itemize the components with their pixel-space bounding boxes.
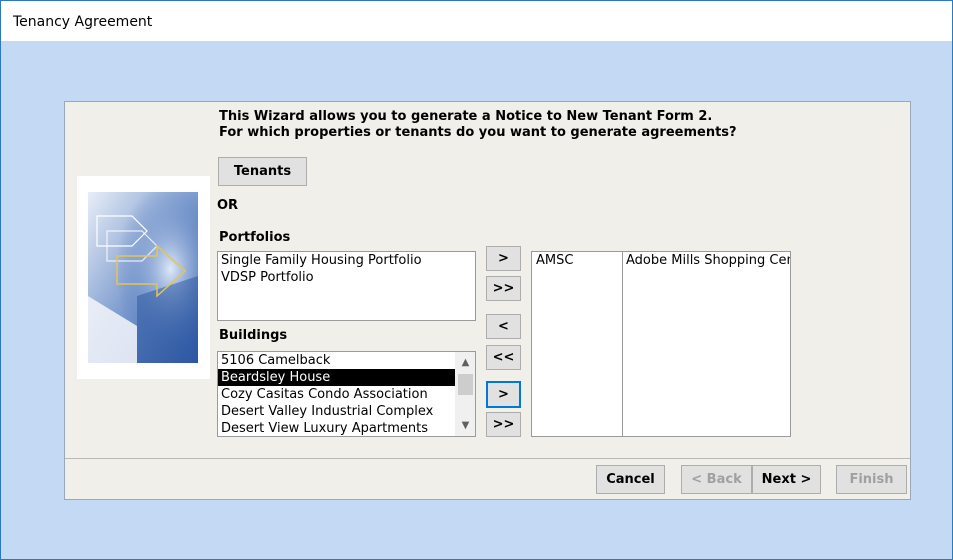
next-button[interactable]: Next >	[752, 465, 821, 494]
cancel-button[interactable]: Cancel	[596, 465, 665, 494]
wizard-graphic-icon	[88, 192, 198, 363]
buildings-list[interactable]: 5106 Camelback Beardsley House Cozy Casi…	[217, 351, 476, 437]
portfolios-list[interactable]: Single Family Housing Portfolio VDSP Por…	[217, 251, 476, 321]
or-label: OR	[217, 198, 239, 213]
intro-line-1: This Wizard allows you to generate a Not…	[219, 109, 713, 124]
add-all-buildings-button[interactable]: >>	[486, 412, 521, 437]
grid-cell-name[interactable]: Adobe Mills Shopping Cent	[626, 253, 790, 268]
buildings-label: Buildings	[219, 328, 288, 343]
buildings-scrollbar[interactable]: ▲ ▼	[455, 352, 475, 436]
add-portfolio-button[interactable]: >	[486, 246, 521, 271]
list-item-selected[interactable]: Beardsley House	[218, 369, 455, 386]
selected-properties-grid[interactable]: AMSC Adobe Mills Shopping Cent	[531, 251, 791, 437]
remove-button[interactable]: <	[486, 314, 521, 339]
list-item[interactable]: VDSP Portfolio	[218, 269, 475, 286]
list-item[interactable]: Desert View Luxury Apartments	[218, 420, 475, 436]
scroll-thumb[interactable]	[458, 374, 473, 395]
list-item[interactable]: Single Family Housing Portfolio	[218, 252, 475, 269]
add-all-portfolios-button[interactable]: >>	[486, 276, 521, 301]
remove-all-button[interactable]: <<	[486, 345, 521, 370]
intro-line-2: For which properties or tenants do you w…	[219, 125, 737, 140]
title-bar[interactable]: Tenancy Agreement	[1, 1, 952, 41]
window-title: Tenancy Agreement	[13, 14, 153, 30]
list-item[interactable]: Desert Valley Industrial Complex	[218, 403, 475, 420]
intro-text: This Wizard allows you to generate a Not…	[219, 109, 737, 141]
grid-column-divider	[532, 252, 623, 436]
tenants-button[interactable]: Tenants	[218, 157, 307, 186]
list-item[interactable]: Cozy Casitas Condo Association	[218, 386, 475, 403]
portfolios-label: Portfolios	[219, 230, 291, 245]
scroll-down-icon[interactable]: ▼	[456, 417, 475, 434]
list-item[interactable]: 5106 Camelback	[218, 352, 475, 369]
scroll-up-icon[interactable]: ▲	[456, 354, 475, 371]
wizard-illustration	[77, 176, 210, 379]
finish-button[interactable]: Finish	[836, 465, 907, 494]
add-building-button[interactable]: >	[486, 381, 521, 408]
back-button[interactable]: < Back	[681, 465, 752, 494]
grid-cell-code[interactable]: AMSC	[536, 253, 618, 268]
wizard-window: Tenancy Agreement This Wizard allows you…	[0, 0, 953, 560]
wizard-panel: This Wizard allows you to generate a Not…	[64, 101, 911, 500]
footer-divider	[65, 458, 910, 459]
